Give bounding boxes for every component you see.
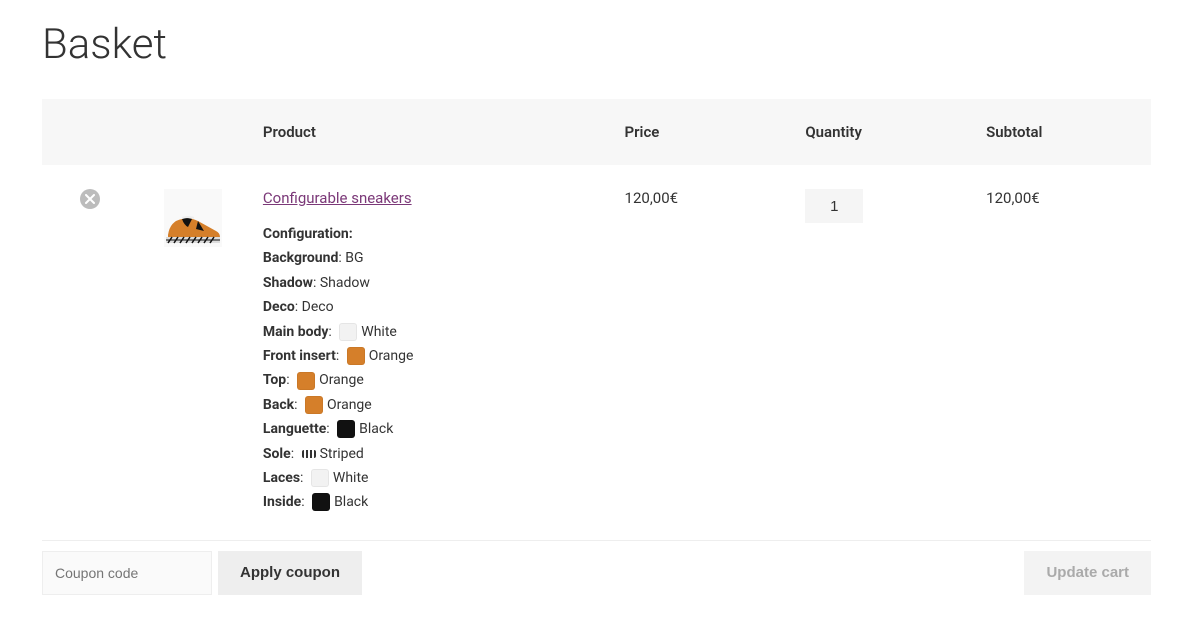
header-price: Price <box>609 99 790 165</box>
config-shadow: Shadow: Shadow <box>263 272 593 294</box>
config-sole: Sole: Striped <box>263 443 593 465</box>
coupon-group: Apply coupon <box>42 551 362 595</box>
header-quantity: Quantity <box>789 99 970 165</box>
swatch-black <box>312 493 330 511</box>
config-deco: Deco: Deco <box>263 296 593 318</box>
swatch-white <box>311 469 329 487</box>
header-subtotal: Subtotal <box>970 99 1151 165</box>
product-name-link[interactable]: Configurable sneakers <box>263 189 412 207</box>
coupon-code-input[interactable] <box>42 551 212 595</box>
header-thumbnail <box>138 99 246 165</box>
quantity-input[interactable] <box>805 189 863 223</box>
close-icon <box>85 194 95 204</box>
configuration-block: Configuration: Background: BG Shadow: Sh… <box>263 223 593 514</box>
config-laces: Laces: White <box>263 467 593 489</box>
item-price: 120,00€ <box>609 165 790 540</box>
config-inside: Inside: Black <box>263 491 593 513</box>
config-background: Background: BG <box>263 247 593 269</box>
config-title: Configuration: <box>263 223 353 245</box>
remove-item-button[interactable] <box>80 189 100 209</box>
swatch-orange <box>297 372 315 390</box>
swatch-orange <box>347 347 365 365</box>
config-main-body: Main body: White <box>263 321 593 343</box>
config-front-insert: Front insert: Orange <box>263 345 593 367</box>
config-languette: Languette: Black <box>263 418 593 440</box>
update-cart-button[interactable]: Update cart <box>1024 551 1151 595</box>
product-thumbnail <box>164 189 222 247</box>
header-product: Product <box>247 99 609 165</box>
page-title: Basket <box>42 20 1151 69</box>
item-subtotal: 120,00€ <box>970 165 1151 540</box>
swatch-orange <box>305 396 323 414</box>
table-row: Configurable sneakers Configuration: Bac… <box>42 165 1151 540</box>
config-top: Top: Orange <box>263 369 593 391</box>
config-back: Back: Orange <box>263 394 593 416</box>
swatch-black <box>337 420 355 438</box>
swatch-striped <box>302 450 316 458</box>
swatch-white <box>339 323 357 341</box>
header-remove <box>42 99 138 165</box>
sneaker-icon <box>164 207 222 247</box>
cart-table: Product Price Quantity Subtotal <box>42 99 1151 541</box>
cart-actions: Apply coupon Update cart <box>42 541 1151 605</box>
apply-coupon-button[interactable]: Apply coupon <box>218 551 362 595</box>
